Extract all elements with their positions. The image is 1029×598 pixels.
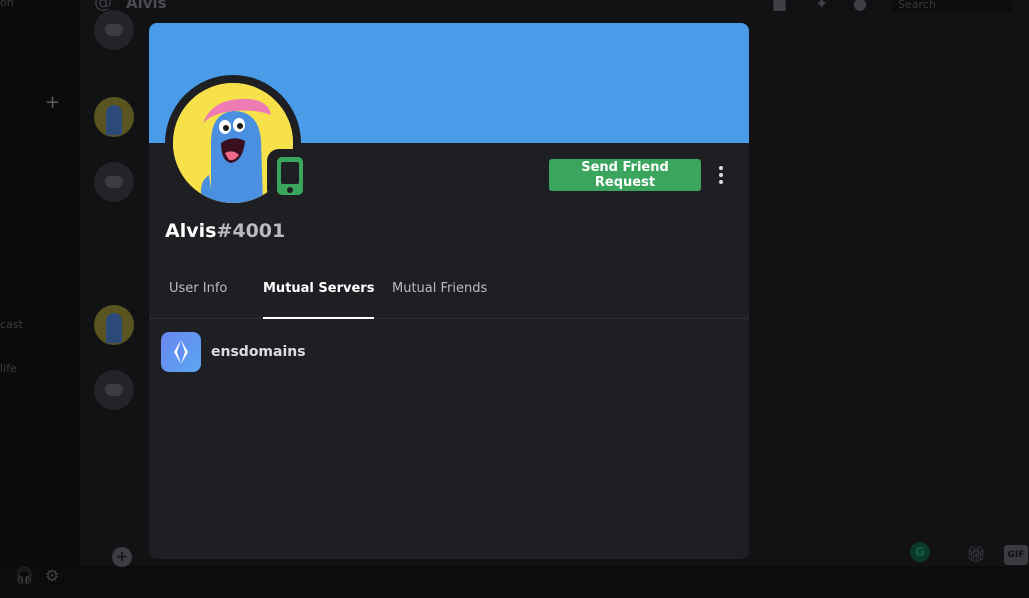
chat-title: Alvis bbox=[126, 0, 167, 12]
profile-username: Alvis#4001 bbox=[165, 220, 285, 242]
ens-logo-icon bbox=[161, 332, 201, 372]
gear-icon[interactable]: ⚙ bbox=[45, 566, 59, 585]
user-profile-modal: Send Friend Request Alvis#4001 User Info… bbox=[149, 23, 749, 559]
mobile-status-icon bbox=[277, 157, 303, 195]
avatar[interactable] bbox=[94, 370, 134, 410]
bottom-bar bbox=[0, 566, 1029, 598]
send-friend-request-button[interactable]: Send Friend Request bbox=[549, 159, 701, 191]
grammarly-icon[interactable]: G bbox=[910, 542, 930, 562]
discriminator-text: #4001 bbox=[216, 220, 286, 242]
avatar[interactable] bbox=[94, 10, 134, 50]
search-input[interactable]: Search bbox=[892, 0, 1012, 12]
headphones-icon[interactable]: 🎧︎ bbox=[14, 566, 34, 585]
channel-sidebar bbox=[0, 0, 80, 598]
add-dm-icon[interactable]: + bbox=[45, 92, 60, 113]
gift-icon[interactable]: 🎁︎ bbox=[966, 545, 986, 564]
top-bar bbox=[80, 0, 1029, 14]
gif-button[interactable]: GIF bbox=[1004, 545, 1028, 565]
avatar[interactable] bbox=[94, 305, 134, 345]
upload-button[interactable]: + bbox=[112, 547, 132, 567]
server-name: ensdomains bbox=[211, 344, 306, 360]
avatar[interactable] bbox=[94, 162, 134, 202]
profile-avatar bbox=[165, 75, 315, 211]
profile-tabs: User Info Mutual Servers Mutual Friends bbox=[149, 275, 749, 319]
more-options-icon[interactable] bbox=[711, 161, 731, 189]
channel-fragment: on bbox=[0, 0, 14, 9]
channel-fragment: life bbox=[0, 362, 17, 375]
member-list-icon[interactable]: ● bbox=[853, 0, 867, 13]
tab-mutual-friends[interactable]: Mutual Friends bbox=[392, 281, 487, 319]
tab-user-info[interactable]: User Info bbox=[169, 281, 227, 319]
username-text: Alvis bbox=[165, 220, 217, 242]
list-item[interactable]: ensdomains bbox=[161, 332, 737, 372]
pin-icon[interactable]: ✦ bbox=[815, 0, 828, 13]
channel-fragment: cast bbox=[0, 318, 23, 331]
status-indicator bbox=[267, 149, 315, 201]
video-call-icon[interactable]: ■ bbox=[772, 0, 787, 13]
tab-mutual-servers[interactable]: Mutual Servers bbox=[263, 281, 375, 319]
avatar[interactable] bbox=[94, 97, 134, 137]
